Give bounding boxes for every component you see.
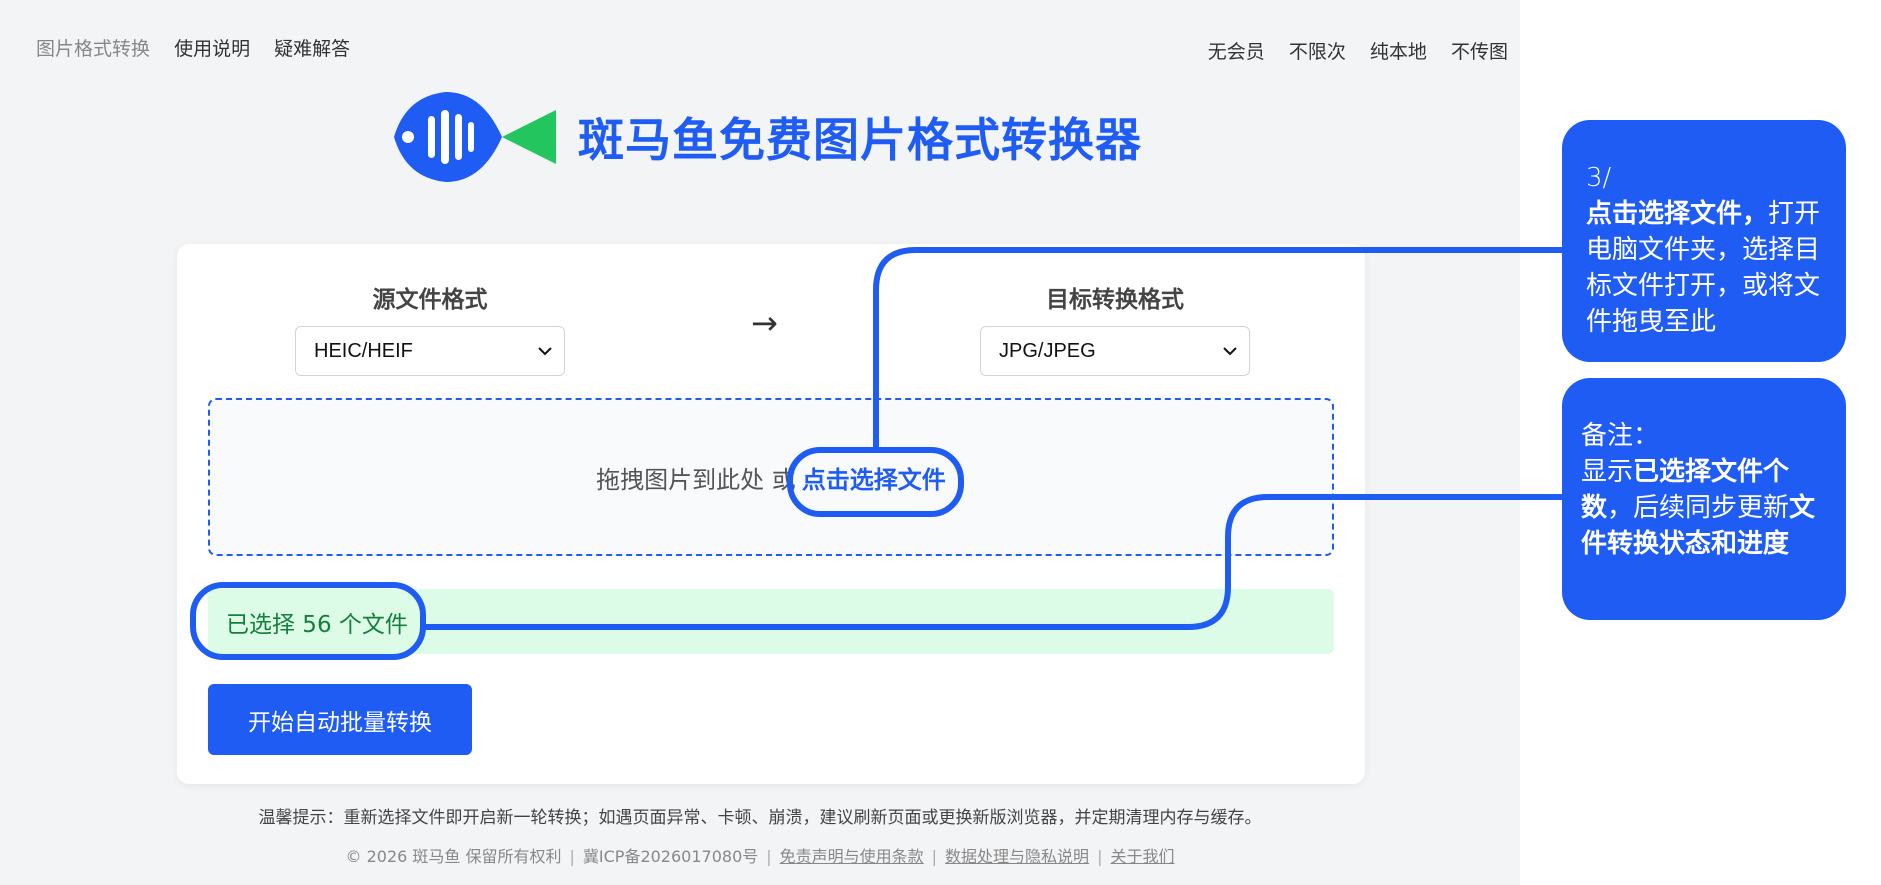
target-format-value: JPG/JPEG xyxy=(999,339,1096,362)
step-number: 3/ xyxy=(1586,163,1612,193)
tip-text: 温馨提示：重新选择文件即开启新一轮转换；如遇页面异常、卡顿、崩溃，建议刷新页面或… xyxy=(258,808,1262,828)
select-file-link[interactable]: 点击选择文件 xyxy=(802,460,946,495)
selected-files-count: 已选择 56 个文件 xyxy=(226,611,408,638)
feature-no-upload: 不传图 xyxy=(1450,41,1508,63)
nav-link-usage[interactable]: 使用说明 xyxy=(174,38,250,60)
footer-icp[interactable]: 冀ICP备2026017080号 xyxy=(583,847,758,866)
feature-no-membership: 无会员 xyxy=(1207,41,1265,63)
app-page: 图片格式转换 使用说明 疑难解答 无会员 不限次 纯本地 不传图 斑马鱼免费图片… xyxy=(0,0,1520,885)
footer-link-privacy[interactable]: 数据处理与隐私说明 xyxy=(945,847,1089,866)
top-nav-features: 无会员 不限次 纯本地 不传图 xyxy=(1190,37,1508,64)
target-format-label: 目标转换格式 xyxy=(1046,287,1184,313)
nav-link-faq[interactable]: 疑难解答 xyxy=(274,38,350,60)
start-batch-convert-button[interactable]: 开始自动批量转换 xyxy=(208,684,472,755)
file-dropzone[interactable]: 拖拽图片到此处 或 点击选择文件 xyxy=(208,398,1334,556)
zebrafish-logo-icon xyxy=(394,92,556,182)
site-footer: © 2026 斑马鱼 保留所有权利 | 冀ICP备2026017080号 | 免责声明与… xyxy=(345,847,1175,866)
source-format-value: HEIC/HEIF xyxy=(314,339,413,362)
note-title: 备注： xyxy=(1581,421,1660,451)
source-format-group: 源文件格式 HEIC/HEIF xyxy=(295,280,565,376)
note-callout: 备注： 显示已选择文件个数，后续同步更新文件转换状态和进度 xyxy=(1562,378,1846,620)
target-format-group: 目标转换格式 JPG/JPEG xyxy=(980,280,1250,376)
selected-files-status: 已选择 56 个文件 xyxy=(208,589,1334,654)
source-format-label: 源文件格式 xyxy=(372,287,488,313)
note-text: 显示已选择文件个数，后续同步更新文件转换状态和进度 xyxy=(1581,457,1816,559)
footer-link-about[interactable]: 关于我们 xyxy=(1110,847,1174,866)
convert-arrow-icon: → xyxy=(751,304,778,342)
nav-link-image-convert[interactable]: 图片格式转换 xyxy=(36,38,150,60)
chevron-down-icon xyxy=(1223,347,1237,356)
chevron-down-icon xyxy=(538,347,552,356)
source-format-select[interactable]: HEIC/HEIF xyxy=(295,326,565,376)
target-format-select[interactable]: JPG/JPEG xyxy=(980,326,1250,376)
converter-card: 源文件格式 HEIC/HEIF → 目标转换格式 JPG/JPEG 拖拽图片到此… xyxy=(177,244,1365,784)
step-text: 点击选择文件，打开电脑文件夹，选择目标文件打开，或将文件拖曳至此 xyxy=(1586,199,1821,337)
dropzone-text: 拖拽图片到此处 或 xyxy=(596,465,796,494)
footer-copyright: © 2026 斑马鱼 保留所有权利 xyxy=(345,847,562,866)
step-callout: 3/ 点击选择文件，打开电脑文件夹，选择目标文件打开，或将文件拖曳至此 xyxy=(1562,120,1846,362)
site-header: 斑马鱼免费图片格式转换器 xyxy=(384,92,1142,182)
feature-local-only: 纯本地 xyxy=(1369,41,1427,63)
feature-unlimited: 不限次 xyxy=(1288,41,1346,63)
site-title: 斑马鱼免费图片格式转换器 xyxy=(578,113,1142,167)
top-nav-left: 图片格式转换 使用说明 疑难解答 xyxy=(36,34,368,61)
footer-link-disclaimer[interactable]: 免责声明与使用条款 xyxy=(780,847,924,866)
